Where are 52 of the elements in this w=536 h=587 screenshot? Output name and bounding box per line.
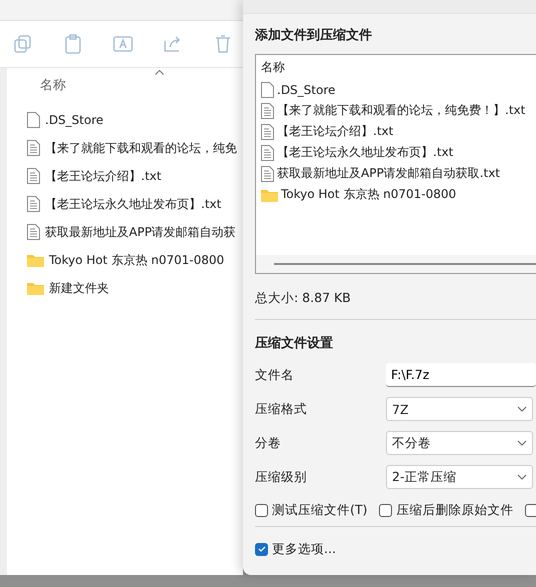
file-name[interactable]: 获取最新地址及APP请发邮箱自动获取.txt <box>277 165 500 182</box>
dropdown[interactable]: 7Z <box>386 397 533 421</box>
column-header[interactable]: 名称 <box>261 59 536 79</box>
file-icon <box>261 82 274 98</box>
dropdown[interactable]: 不分卷 <box>386 431 533 455</box>
checkbox[interactable] <box>379 504 392 516</box>
file-icon <box>27 112 40 128</box>
file-name[interactable]: 【来了就能下载和观看的论坛，纯免 <box>45 140 237 156</box>
text-file-icon <box>261 144 274 160</box>
chevron-down-icon <box>517 474 527 480</box>
checkmark-icon <box>258 545 266 553</box>
checkbox[interactable] <box>255 542 268 556</box>
file-name[interactable]: Tokyo Hot 东京热 n0701-0800 <box>281 186 456 203</box>
sort-caret-icon <box>155 70 164 75</box>
checkbox-label[interactable]: 压缩后删除原始文件 <box>396 502 514 518</box>
text-file-icon <box>261 124 274 140</box>
checkbox-label[interactable]: 更多选项... <box>272 540 336 558</box>
column-header[interactable]: 名称 <box>27 76 66 94</box>
checkbox[interactable] <box>255 504 268 516</box>
file-name[interactable]: 【来了就能下载和观看的论坛，纯免费！】.txt <box>277 102 526 119</box>
text-file-icon <box>27 196 40 212</box>
file-name[interactable]: 【老王论坛永久地址发布页】.txt <box>45 196 222 212</box>
settings-heading: 压缩文件设置 <box>255 334 334 352</box>
chevron-down-icon <box>517 406 527 412</box>
field-label: 文件名 <box>255 366 295 384</box>
file-name[interactable]: .DS_Store <box>45 113 104 127</box>
filename-field[interactable]: F:\F.7z <box>386 363 536 387</box>
folder-icon <box>261 188 278 202</box>
checkbox-label[interactable]: 测试压缩文件(T) <box>272 502 368 518</box>
total-size: 总大小: 8.87 KB <box>255 290 536 320</box>
checkbox[interactable] <box>525 504 536 516</box>
dialog-heading: 添加文件到压缩文件 <box>255 26 373 44</box>
file-name[interactable]: 【老王论坛永久地址发布页】.txt <box>277 144 454 161</box>
folder-icon <box>27 281 44 295</box>
file-name[interactable]: 【老王论坛介绍】.txt <box>277 123 394 140</box>
field-label: 分卷 <box>255 434 282 452</box>
text-file-icon <box>27 224 40 240</box>
field-label: 压缩格式 <box>255 400 308 418</box>
text-file-icon <box>27 140 40 156</box>
file-name[interactable]: 获取最新地址及APP请发邮箱自动获 <box>45 224 236 240</box>
text-file-icon <box>27 168 40 184</box>
chevron-down-icon <box>517 440 527 446</box>
text-file-icon <box>261 166 274 182</box>
file-name[interactable]: 【老王论坛介绍】.txt <box>45 168 162 184</box>
field-label: 压缩级别 <box>255 468 308 486</box>
horizontal-scrollbar[interactable] <box>256 255 536 273</box>
file-name[interactable]: .DS_Store <box>277 82 336 96</box>
dropdown[interactable]: 2-正常压缩 <box>386 465 533 489</box>
folder-icon <box>27 253 44 267</box>
text-file-icon <box>261 102 274 118</box>
file-name[interactable]: 新建文件夹 <box>49 280 109 296</box>
file-name[interactable]: Tokyo Hot 东京热 n0701-0800 <box>49 252 224 268</box>
